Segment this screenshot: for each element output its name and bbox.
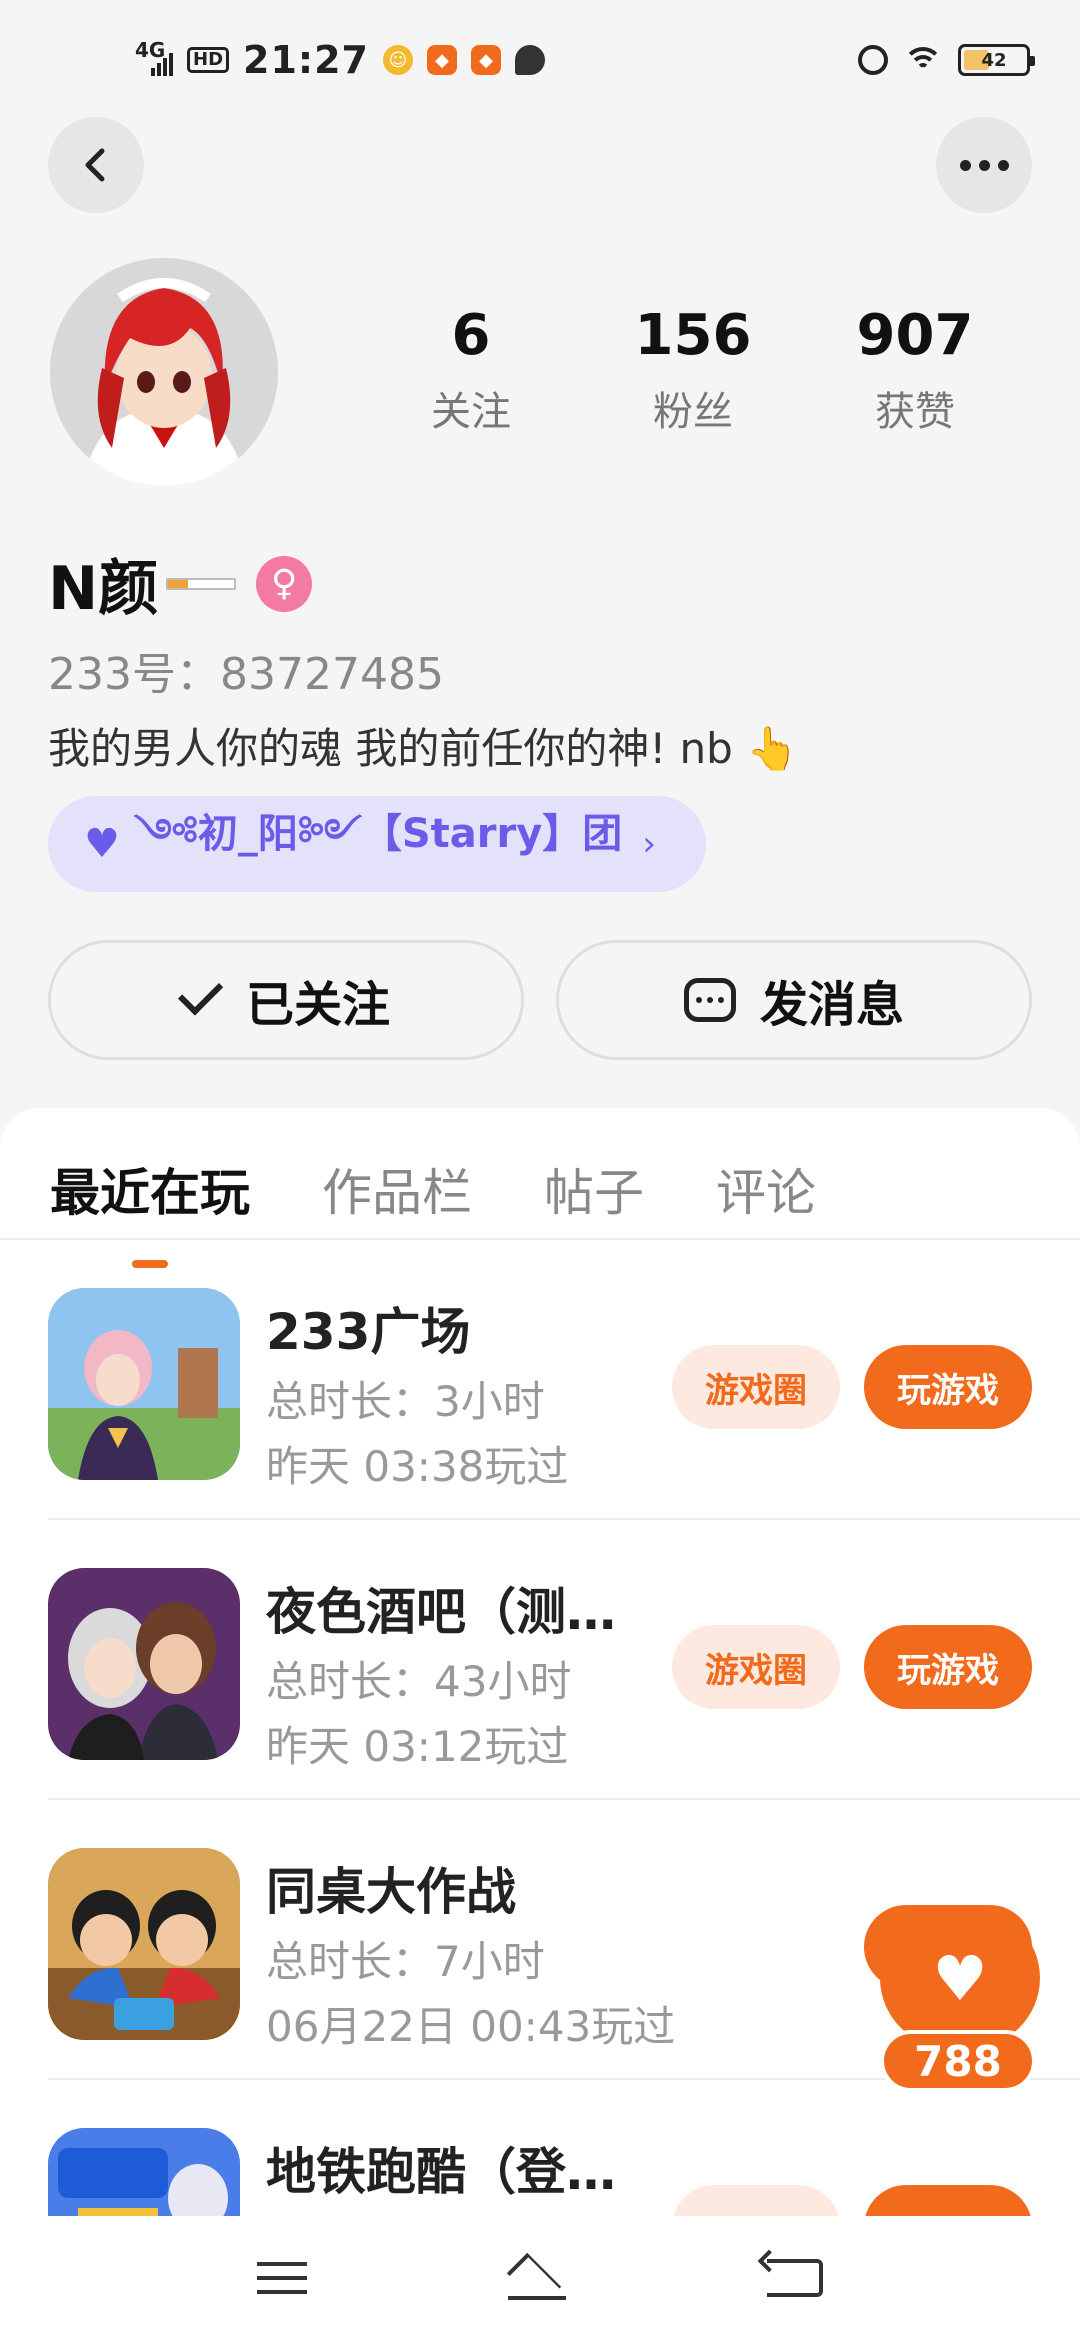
chevron-left-icon — [85, 148, 105, 182]
nickname: N颜 — [48, 554, 159, 624]
send-message-button[interactable]: 发消息 — [556, 940, 1032, 1060]
back-nav-icon[interactable] — [766, 2259, 823, 2297]
like-button[interactable]: ♥ — [880, 1908, 1040, 2048]
heart-icon: ♥ — [932, 1941, 988, 2015]
notification-app-icon: ☺ — [382, 45, 413, 75]
game-title: 夜色酒吧（测… — [266, 1583, 616, 1641]
play-game-button[interactable]: 玩游戏 — [864, 1345, 1032, 1429]
game-total-time: 总时长：3小时 — [266, 1377, 545, 1426]
tab-comments[interactable]: 评论 — [716, 1153, 816, 1238]
game-title: 同桌大作战 — [266, 1863, 516, 1921]
game-title: 233广场 — [266, 1303, 471, 1361]
list-item[interactable]: 233广场 总时长：3小时 昨天 03:38玩过 游戏圈 玩游戏 — [48, 1240, 1080, 1520]
list-item[interactable]: 夜色酒吧（测… 总时长：43小时 昨天 03:12玩过 游戏圈 玩游戏 — [48, 1520, 1080, 1800]
menu-icon[interactable] — [257, 2262, 308, 2294]
home-icon[interactable] — [502, 2256, 572, 2300]
system-nav-bar — [0, 2216, 1080, 2340]
play-game-button[interactable]: 玩游戏 — [864, 1625, 1032, 1709]
profile-stats: 6 关注 156 粉丝 907 获赞 — [360, 305, 1026, 437]
send-message-label: 发消息 — [759, 977, 904, 1033]
game-circle-button[interactable]: 游戏圈 — [672, 1625, 840, 1709]
like-count: 788 — [880, 2030, 1036, 2092]
alarm-icon — [858, 45, 888, 75]
battery-icon: 42 — [958, 44, 1035, 76]
avatar-image — [50, 258, 278, 486]
game-icon[interactable] — [48, 1568, 240, 1760]
following-button[interactable]: 已关注 — [48, 940, 524, 1060]
female-gender-icon: ♀ — [256, 555, 313, 612]
signal-icon: 4G — [135, 40, 173, 80]
game-last-played: 06月22日 00:43玩过 — [266, 2002, 676, 2051]
bio: 我的男人你的魂 我的前任你的神! nb 👆 — [48, 724, 799, 773]
game-circle-button[interactable]: 游戏圈 — [672, 1345, 840, 1429]
game-icon[interactable] — [48, 1288, 240, 1480]
game-icon[interactable] — [48, 1848, 240, 2040]
stat-likes[interactable]: 907 获赞 — [804, 305, 1026, 437]
notification-app-icon: ◆ — [426, 45, 457, 75]
tab-posts[interactable]: 帖子 — [544, 1153, 644, 1238]
notification-app-icon: ◆ — [470, 45, 501, 75]
nickname-row: N颜 ♀ — [48, 540, 313, 627]
cigarette-emoji-icon — [166, 577, 237, 590]
stat-following[interactable]: 6 关注 — [360, 305, 582, 437]
stat-number: 156 — [634, 303, 752, 368]
wifi-icon — [904, 45, 942, 75]
more-button[interactable] — [936, 117, 1032, 213]
stat-label: 粉丝 — [653, 388, 733, 435]
avatar[interactable] — [50, 258, 278, 486]
check-icon — [177, 970, 224, 1016]
team-name: ༺初_阳༻【Starry】团 — [133, 810, 623, 857]
stat-label: 获赞 — [875, 388, 955, 435]
heart-icon: ♥ — [84, 821, 120, 867]
message-notification-icon — [514, 45, 545, 75]
game-list: 233广场 总时长：3小时 昨天 03:38玩过 游戏圈 玩游戏 夜色酒吧（测… — [0, 1240, 1080, 2340]
game-last-played: 昨天 03:12玩过 — [266, 1722, 569, 1771]
status-bar: 4G HD 21:27 ☺ ◆ ◆ 42 — [0, 0, 1080, 120]
chevron-right-icon: › — [642, 824, 656, 864]
team-badge[interactable]: ♥ ༺初_阳༻【Starry】团 › — [48, 796, 706, 892]
stat-number: 907 — [856, 303, 974, 368]
back-button[interactable] — [48, 117, 144, 213]
game-total-time: 总时长：43小时 — [266, 1657, 572, 1706]
stat-label: 关注 — [431, 388, 511, 435]
stat-followers[interactable]: 156 粉丝 — [582, 305, 804, 437]
tab-bar: 最近在玩 作品栏 帖子 评论 — [0, 1108, 1080, 1240]
stat-number: 6 — [451, 303, 491, 368]
game-title: 地铁跑酷（登… — [266, 2143, 616, 2201]
chat-bubble-icon — [683, 978, 736, 1022]
more-icon — [959, 159, 1009, 171]
tab-works[interactable]: 作品栏 — [322, 1153, 472, 1238]
battery-level: 42 — [981, 49, 1007, 71]
following-label: 已关注 — [245, 977, 390, 1033]
clock: 21:27 — [243, 38, 369, 82]
game-total-time: 总时长：7小时 — [266, 1937, 545, 1986]
hd-badge: HD — [187, 47, 230, 73]
tab-recently-played[interactable]: 最近在玩 — [50, 1153, 250, 1238]
user-id: 233号：83727485 — [48, 649, 444, 700]
game-last-played: 昨天 03:38玩过 — [266, 1442, 569, 1491]
